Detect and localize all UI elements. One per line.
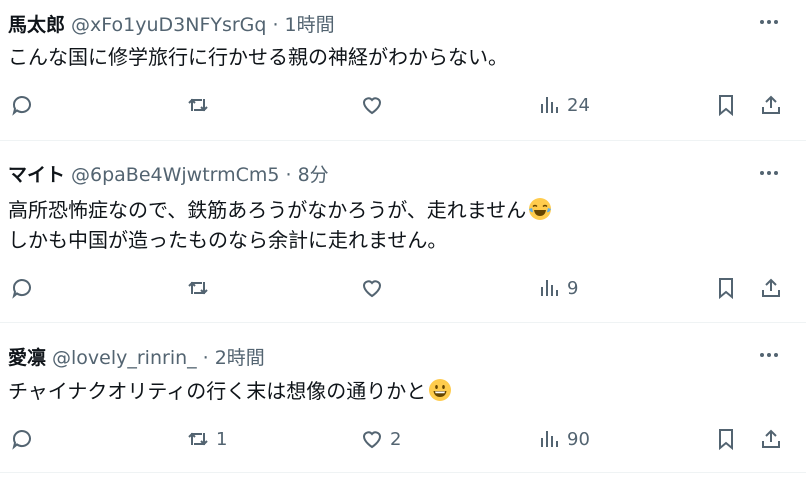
tweet-header: 愛凛 @lovely_rinrin_ · 2時間 [8, 343, 265, 369]
tweet-actions: 1 2 90 [0, 421, 806, 457]
more-options-icon[interactable] [756, 160, 782, 186]
tweet-line: 高所恐怖症なので、鉄筋あろうがなかろうが、走れません [8, 195, 552, 225]
tweet-line: しかも中国が造ったものなら余計に走れません。 [8, 228, 448, 252]
tweet-line-text: 高所恐怖症なので、鉄筋あろうがなかろうが、走れません [8, 198, 527, 222]
like-button[interactable] [360, 270, 384, 306]
separator: · [285, 164, 292, 186]
reply-button[interactable] [10, 270, 34, 306]
reply-icon [12, 430, 31, 450]
share-button[interactable] [759, 421, 783, 457]
views-count: 24 [567, 94, 590, 116]
reply-icon [12, 279, 31, 299]
retweet-button[interactable] [186, 87, 210, 123]
tweet-time[interactable]: 8分 [298, 160, 329, 187]
share-icon [762, 429, 780, 448]
bookmark-button[interactable] [714, 87, 738, 123]
tweet-actions: 24 [0, 87, 806, 123]
grinning-face-emoji-icon [429, 379, 452, 401]
more-options-icon[interactable] [756, 9, 782, 35]
retweet-count: 1 [216, 428, 228, 450]
tweet-header: 馬太郎 @xFo1yuD3NFYsrGq · 1時間 [8, 10, 335, 36]
tweet-actions: 9 [0, 270, 806, 306]
views-button[interactable]: 24 [537, 87, 590, 123]
analytics-icon [541, 431, 558, 447]
bookmark-icon [719, 278, 733, 300]
like-count: 2 [390, 428, 402, 450]
tweet-line: チャイナクオリティの行く末は想像の通りかと [8, 376, 452, 406]
retweet-icon [188, 98, 208, 112]
more-options-icon[interactable] [756, 342, 782, 368]
heart-icon [362, 97, 382, 115]
tweet-text: 高所恐怖症なので、鉄筋あろうがなかろうが、走れません しかも中国が造ったものなら… [8, 195, 552, 255]
bookmark-button[interactable] [714, 270, 738, 306]
author-name[interactable]: 馬太郎 [8, 10, 65, 37]
views-count: 90 [567, 428, 590, 450]
author-name[interactable]: マイト [8, 160, 65, 187]
reply-button[interactable] [10, 87, 34, 123]
share-button[interactable] [759, 87, 783, 123]
views-button[interactable]: 9 [537, 270, 578, 306]
retweet-icon [188, 432, 208, 446]
analytics-icon [541, 97, 558, 113]
share-button[interactable] [759, 270, 783, 306]
tweet-line: こんな国に修学旅行に行かせる親の神経がわからない。 [8, 45, 508, 69]
divider [0, 472, 806, 473]
separator: · [202, 347, 209, 369]
reply-icon [12, 96, 31, 116]
tweet-time[interactable]: 2時間 [215, 343, 265, 370]
divider [0, 140, 806, 141]
retweet-button[interactable] [186, 270, 210, 306]
heart-icon [362, 280, 382, 298]
bookmark-icon [719, 95, 733, 117]
author-name[interactable]: 愛凛 [8, 343, 46, 370]
like-button[interactable]: 2 [360, 421, 401, 457]
author-handle[interactable]: @lovely_rinrin_ [52, 347, 197, 369]
heart-icon [362, 431, 382, 449]
bookmark-button[interactable] [714, 421, 738, 457]
divider [0, 322, 806, 323]
laughing-crying-emoji-icon [529, 198, 552, 220]
retweet-icon [188, 281, 208, 295]
separator: · [272, 14, 279, 36]
tweet-time[interactable]: 1時間 [285, 10, 335, 37]
views-button[interactable]: 90 [537, 421, 590, 457]
analytics-icon [541, 280, 558, 296]
tweet-line-text: チャイナクオリティの行く末は想像の通りかと [8, 379, 427, 403]
share-icon [762, 278, 780, 297]
like-button[interactable] [360, 87, 384, 123]
share-icon [762, 95, 780, 114]
bookmark-icon [719, 429, 733, 451]
author-handle[interactable]: @xFo1yuD3NFYsrGq [71, 14, 266, 36]
reply-button[interactable] [10, 421, 34, 457]
tweet-text: こんな国に修学旅行に行かせる親の神経がわからない。 [8, 42, 508, 72]
tweet-header: マイト @6paBe4WjwtrmCm5 · 8分 [8, 160, 329, 186]
retweet-button[interactable]: 1 [186, 421, 227, 457]
tweet-text: チャイナクオリティの行く末は想像の通りかと [8, 376, 452, 406]
author-handle[interactable]: @6paBe4WjwtrmCm5 [71, 164, 280, 186]
views-count: 9 [567, 277, 579, 299]
